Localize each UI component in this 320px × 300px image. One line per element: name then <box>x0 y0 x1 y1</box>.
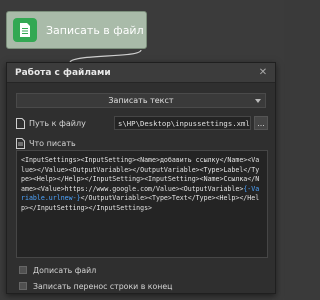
file-path-input[interactable]: s\HP\Desktop\inpussettings.xml <box>114 116 251 130</box>
action-select-value: Записать текст <box>108 96 174 105</box>
chevron-down-icon <box>255 99 261 103</box>
newline-label: Записать перенос строки в конец <box>33 281 173 291</box>
content-label: Что писать <box>29 138 76 148</box>
newline-option[interactable]: Записать перенос строки в конец <box>19 281 172 291</box>
append-file-option[interactable]: Дописать файл <box>19 265 96 275</box>
dialog-header: Работа с файлами ✕ <box>7 63 275 83</box>
file-operations-dialog: Работа с файлами ✕ Записать текст Путь к… <box>6 62 276 294</box>
newline-checkbox[interactable] <box>19 282 27 290</box>
action-select[interactable]: Записать текст <box>16 93 266 108</box>
dialog-title: Работа с файлами <box>15 67 111 78</box>
append-file-checkbox[interactable] <box>19 266 27 274</box>
content-label-row: Что писать <box>16 137 76 149</box>
browse-button[interactable]: ... <box>254 116 268 130</box>
write-file-node[interactable]: Записать в файл <box>6 11 147 49</box>
file-icon <box>16 117 25 129</box>
text-icon <box>16 137 25 149</box>
node-title: Записать в файл <box>46 23 144 37</box>
document-icon <box>13 18 37 42</box>
content-textarea[interactable]: <InputSettings><InputSetting><Name>добав… <box>16 150 268 258</box>
append-file-label: Дописать файл <box>33 265 97 275</box>
close-icon[interactable]: ✕ <box>257 67 269 79</box>
file-path-row: Путь к файлу s\HP\Desktop\inpussettings.… <box>16 116 268 130</box>
file-path-label: Путь к файлу <box>29 118 86 128</box>
content-text-before: <InputSettings><InputSetting><Name>добав… <box>21 156 260 193</box>
